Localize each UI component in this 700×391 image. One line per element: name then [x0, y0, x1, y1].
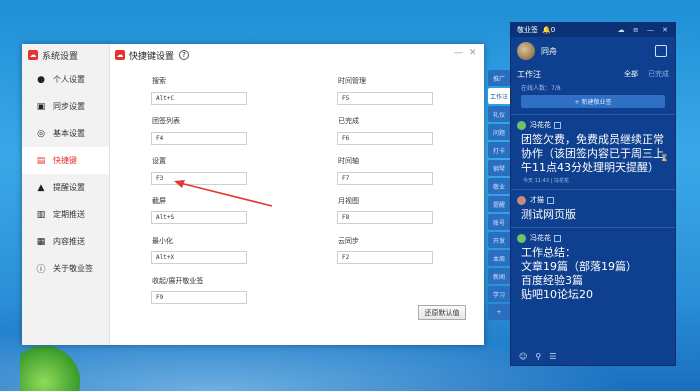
note-item[interactable]: 冯花花 团签欠费，免费成员继续正常协作（该团签内容已于周三上午11点43分处理明… — [511, 114, 675, 189]
note-titlebar: 敬业签 🔔 0 ☁ ≡ — ✕ — [511, 23, 675, 37]
side-tab[interactable]: 敬业 — [488, 178, 510, 194]
note-author: 冯花花 — [530, 234, 551, 242]
filter-done-tab[interactable]: 已完成 — [648, 70, 669, 78]
note-footer: ☺ ⚲ ☰ — [511, 347, 675, 365]
side-tab[interactable]: 账号 — [488, 214, 510, 230]
avatar — [517, 120, 526, 130]
avatar — [517, 195, 526, 205]
notification-count: 0 — [550, 26, 556, 34]
arrow-line — [179, 182, 273, 207]
user-row: 同舟 — [511, 37, 675, 65]
add-note-button[interactable]: + 新建敬业签 — [521, 95, 665, 108]
note-app-title: 敬业签 — [517, 26, 538, 34]
calendar-icon[interactable] — [655, 45, 667, 57]
note-side-tabs: 推广 工作汪 礼仪 问题 打卡 钢琴 敬业 提醒 账号 开发 本周 新闻 学习 … — [488, 70, 510, 322]
side-tab[interactable]: 打卡 — [488, 142, 510, 158]
side-tab[interactable]: 本周 — [488, 250, 510, 266]
note-item[interactable]: 才猫 测试网页版 — [511, 189, 675, 227]
user-name: 同舟 — [541, 46, 557, 56]
online-count: 在线人数：7/8 — [521, 85, 561, 92]
note-author: 冯花花 — [530, 121, 551, 129]
side-tab[interactable]: 新闻 — [488, 268, 510, 284]
group-name[interactable]: 工作汪 — [517, 69, 541, 80]
edit-icon[interactable] — [554, 234, 561, 242]
add-tab-button[interactable]: + — [488, 304, 510, 320]
arrow-head — [174, 180, 185, 188]
search-icon[interactable]: ⚲ — [535, 352, 541, 361]
note-item[interactable]: 冯花花 工作总结： 文章19篇（部落19篇） 百度经验3篇 贴吧10论坛20 — [511, 227, 675, 307]
note-text: 工作总结： 文章19篇（部落19篇） 百度经验3篇 贴吧10论坛20 — [521, 246, 637, 301]
hourglass-icon: ⌛ — [660, 154, 669, 162]
note-author: 才猫 — [530, 196, 544, 204]
group-header: 工作汪 全部 已完成 — [511, 65, 675, 83]
menu-icon[interactable]: ☰ — [549, 352, 556, 361]
side-tab[interactable]: 钢琴 — [488, 160, 510, 176]
side-tab[interactable]: 工作汪 — [488, 88, 510, 104]
filter-all-tab[interactable]: 全部 — [624, 70, 638, 78]
side-tab[interactable]: 提醒 — [488, 196, 510, 212]
note-text: 测试网页版 — [521, 208, 576, 221]
side-tab[interactable]: 开发 — [488, 232, 510, 248]
edit-icon[interactable] — [554, 121, 561, 129]
side-tab[interactable]: 学习 — [488, 286, 510, 302]
side-tab[interactable]: 推广 — [488, 70, 510, 86]
side-tab[interactable]: 问题 — [488, 124, 510, 140]
note-meta: 今天 11:43 | 冯花花 — [523, 178, 569, 184]
edit-icon[interactable] — [547, 196, 554, 204]
window-controls[interactable]: ☁ ≡ — ✕ — [618, 26, 675, 34]
note-text: 团签欠费，免费成员继续正常协作（该团签内容已于周三上午11点43分处理明天提醒） — [521, 133, 664, 174]
avatar — [517, 233, 526, 243]
side-tab[interactable]: 礼仪 — [488, 106, 510, 122]
note-widget: 敬业签 🔔 0 ☁ ≡ — ✕ 同舟 工作汪 全部 已完成 在线人数：7/8 + … — [510, 22, 676, 366]
bell-icon[interactable]: 🔔 — [542, 26, 551, 34]
contacts-icon[interactable]: ☺ — [519, 352, 527, 361]
avatar[interactable] — [517, 42, 535, 60]
